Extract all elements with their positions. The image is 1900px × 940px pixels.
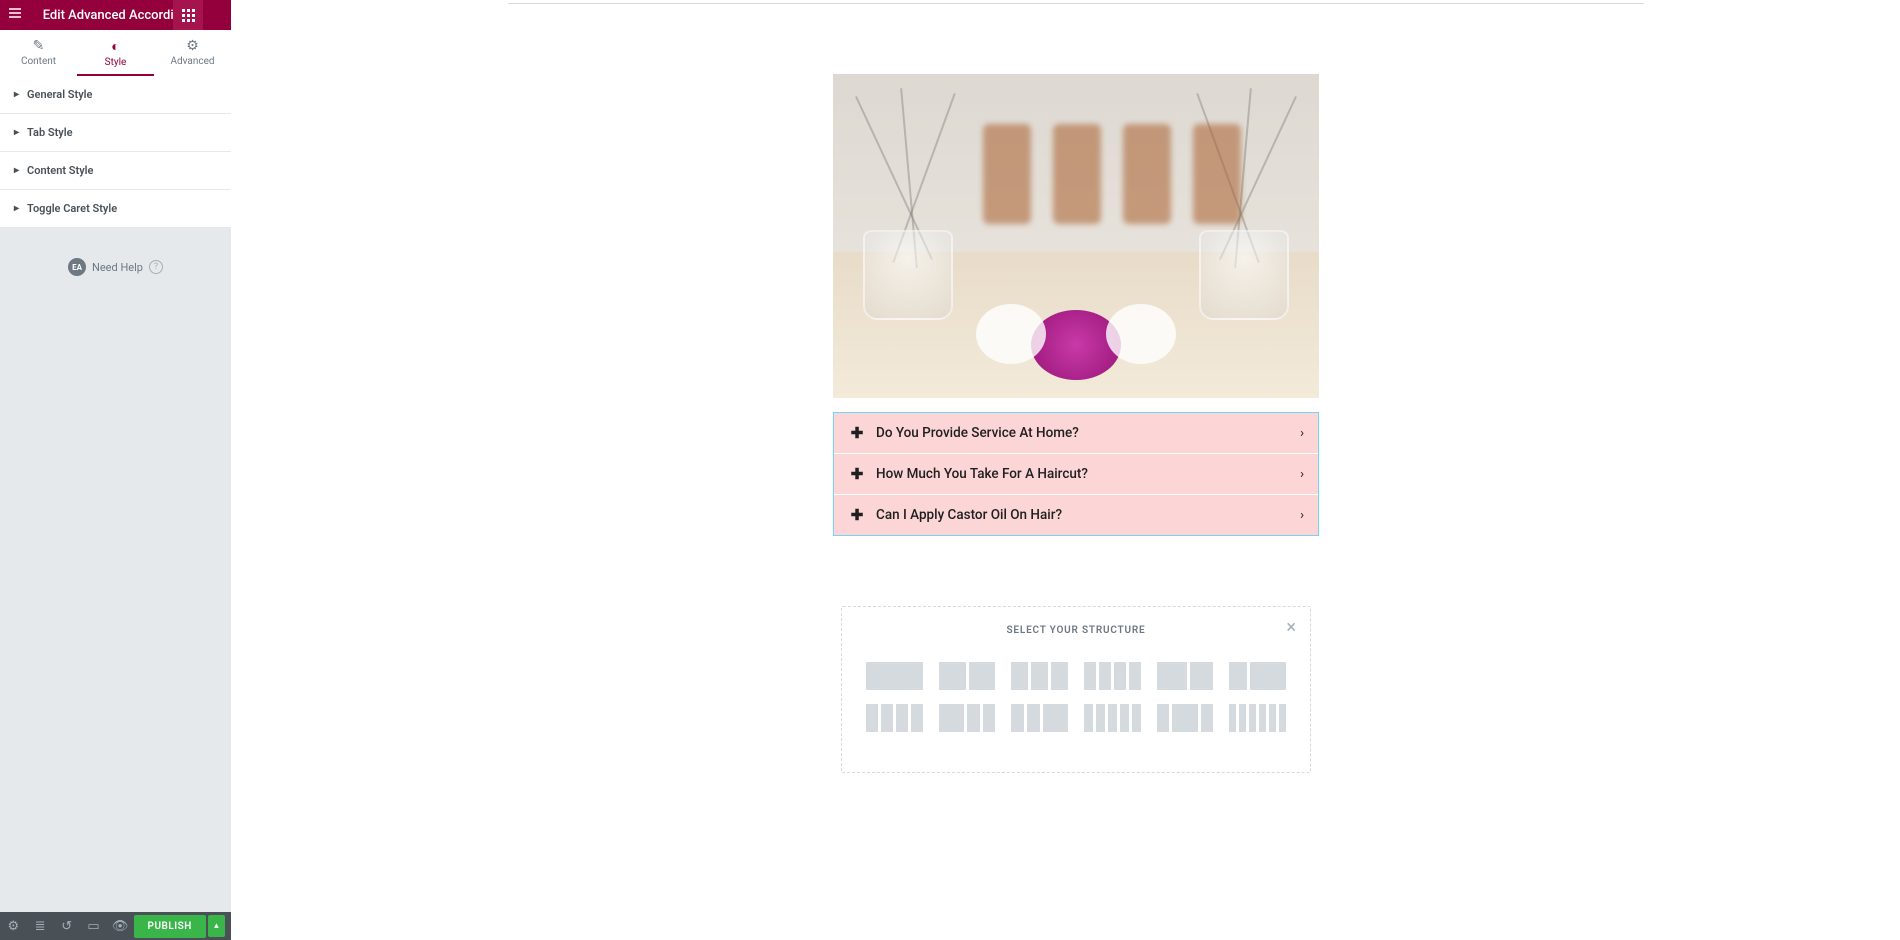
tab-content[interactable]: ✎ Content bbox=[0, 30, 77, 76]
plus-icon: ✚ bbox=[850, 506, 864, 524]
sidebar-header: Edit Advanced Accordion bbox=[0, 0, 231, 30]
accordion-title: Do You Provide Service At Home? bbox=[876, 425, 1079, 441]
caret-right-icon: ▸ bbox=[14, 127, 19, 138]
widgets-grid-button[interactable] bbox=[173, 0, 203, 30]
menu-button[interactable] bbox=[8, 6, 22, 24]
navigator-icon[interactable]: ≣ bbox=[27, 912, 54, 940]
structure-selector: × SELECT YOUR STRUCTURE bbox=[841, 606, 1311, 773]
chevron-right-icon: › bbox=[1300, 508, 1304, 523]
help-icon: ? bbox=[149, 260, 163, 274]
section-general-style[interactable]: ▸ General Style bbox=[0, 76, 231, 114]
pencil-icon: ✎ bbox=[0, 38, 77, 54]
structure-option-3col[interactable] bbox=[1011, 662, 1068, 690]
section-divider bbox=[508, 0, 1644, 4]
tab-style[interactable]: ◐ Style bbox=[77, 30, 154, 76]
tab-label: Advanced bbox=[170, 56, 214, 67]
publish-options-button[interactable]: ▴ bbox=[208, 915, 225, 937]
ea-badge: EA bbox=[68, 258, 86, 276]
structure-option-1col[interactable] bbox=[866, 662, 923, 690]
accordion-item[interactable]: ✚ Can I Apply Castor Oil On Hair? › bbox=[834, 494, 1318, 535]
help-row[interactable]: EA Need Help ? bbox=[0, 228, 231, 306]
plus-icon: ✚ bbox=[850, 424, 864, 442]
publish-button[interactable]: PUBLISH bbox=[134, 915, 206, 938]
contrast-icon: ◐ bbox=[77, 38, 154, 55]
structure-option[interactable] bbox=[1011, 704, 1068, 732]
section-toggle-caret-style[interactable]: ▸ Toggle Caret Style bbox=[0, 190, 231, 228]
chevron-right-icon: › bbox=[1300, 467, 1304, 482]
caret-right-icon: ▸ bbox=[14, 89, 19, 100]
help-label: Need Help bbox=[92, 261, 143, 274]
section-tab-style[interactable]: ▸ Tab Style bbox=[0, 114, 231, 152]
accordion-item[interactable]: ✚ How Much You Take For A Haircut? › bbox=[834, 453, 1318, 494]
tab-label: Style bbox=[105, 57, 127, 68]
sidebar-title: Edit Advanced Accordion bbox=[43, 8, 189, 23]
history-icon[interactable]: ↺ bbox=[53, 912, 80, 940]
accordion-title: How Much You Take For A Haircut? bbox=[876, 466, 1088, 482]
section-content-style[interactable]: ▸ Content Style bbox=[0, 152, 231, 190]
chevron-right-icon: › bbox=[1300, 426, 1304, 441]
tab-label: Content bbox=[21, 56, 56, 67]
editor-canvas: ✚ Do You Provide Service At Home? › ✚ Ho… bbox=[231, 0, 1900, 940]
preview-icon[interactable]: 👁 bbox=[107, 912, 134, 940]
close-icon[interactable]: × bbox=[1286, 617, 1296, 638]
responsive-icon[interactable]: ▭ bbox=[80, 912, 107, 940]
section-label: Content Style bbox=[27, 164, 93, 177]
section-label: Tab Style bbox=[27, 126, 72, 139]
structure-option-5col[interactable] bbox=[1084, 704, 1141, 732]
plus-icon: ✚ bbox=[850, 465, 864, 483]
settings-icon[interactable]: ⚙ bbox=[0, 912, 27, 940]
structure-option-6col[interactable] bbox=[1229, 704, 1286, 732]
accordion-item[interactable]: ✚ Do You Provide Service At Home? › bbox=[834, 413, 1318, 453]
hero-image bbox=[833, 74, 1319, 398]
accordion-title: Can I Apply Castor Oil On Hair? bbox=[876, 507, 1062, 523]
structure-option[interactable] bbox=[939, 704, 996, 732]
gear-icon: ⚙ bbox=[154, 38, 231, 54]
sidebar-footer: ⚙ ≣ ↺ ▭ 👁 PUBLISH ▴ bbox=[0, 912, 231, 940]
caret-right-icon: ▸ bbox=[14, 203, 19, 214]
structure-option-right-wide[interactable] bbox=[1229, 662, 1286, 690]
caret-right-icon: ▸ bbox=[14, 165, 19, 176]
editor-sidebar: Edit Advanced Accordion ✎ Content ◐ Styl… bbox=[0, 0, 231, 940]
structure-title: SELECT YOUR STRUCTURE bbox=[866, 625, 1286, 636]
section-label: General Style bbox=[27, 88, 92, 101]
advanced-accordion-widget[interactable]: ✚ Do You Provide Service At Home? › ✚ Ho… bbox=[833, 412, 1319, 536]
style-sections: ▸ General Style ▸ Tab Style ▸ Content St… bbox=[0, 76, 231, 228]
structure-option[interactable] bbox=[1157, 704, 1214, 732]
section-label: Toggle Caret Style bbox=[27, 202, 117, 215]
tab-advanced[interactable]: ⚙ Advanced bbox=[154, 30, 231, 76]
structure-option-left-wide[interactable] bbox=[1157, 662, 1214, 690]
structure-option[interactable] bbox=[866, 704, 923, 732]
structure-option-2col[interactable] bbox=[939, 662, 996, 690]
sidebar-tabs: ✎ Content ◐ Style ⚙ Advanced bbox=[0, 30, 231, 76]
structure-option-4col[interactable] bbox=[1084, 662, 1141, 690]
